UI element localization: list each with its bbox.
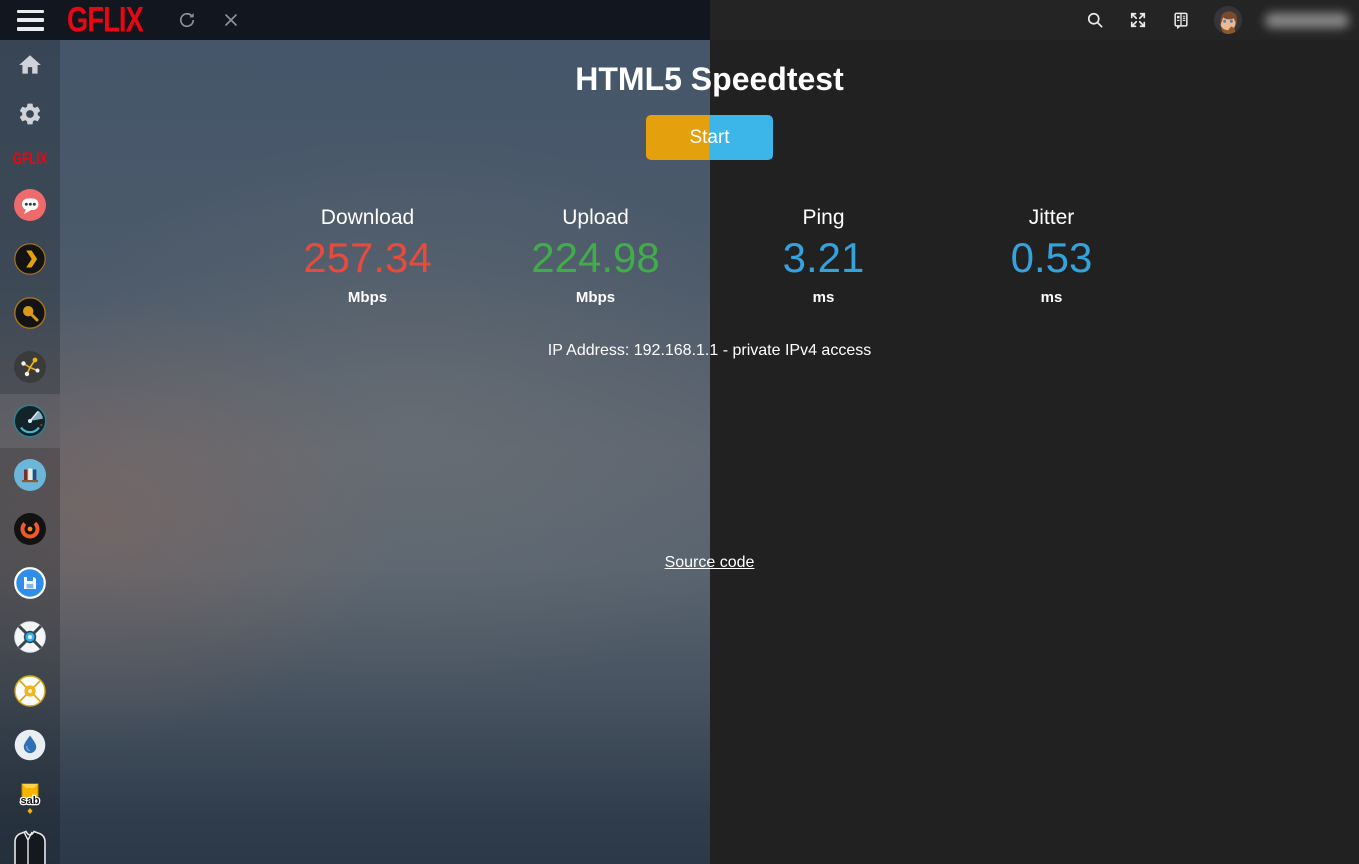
search-icon[interactable] bbox=[1085, 10, 1105, 30]
sidebar-item-grafana[interactable] bbox=[0, 502, 60, 556]
top-bar-right bbox=[1085, 0, 1349, 40]
jackett-icon bbox=[13, 826, 47, 864]
download-label: Download bbox=[254, 206, 482, 230]
fullscreen-icon[interactable] bbox=[1128, 10, 1148, 30]
sidebar-item-radarr[interactable] bbox=[0, 664, 60, 718]
sidebar-item-settings[interactable] bbox=[0, 89, 60, 138]
sidebar-item-plex[interactable] bbox=[0, 232, 60, 286]
grafana-icon bbox=[14, 513, 46, 545]
jitter-label: Jitter bbox=[938, 206, 1166, 230]
sidebar-item-sabnzbd[interactable]: sab bbox=[0, 772, 60, 826]
jitter-unit: ms bbox=[938, 289, 1166, 306]
close-icon[interactable] bbox=[221, 10, 241, 30]
water-drop-icon bbox=[14, 729, 46, 761]
sidebar-item-chat[interactable] bbox=[0, 178, 60, 232]
sidebar: GFLIX bbox=[0, 40, 60, 864]
hamburger-menu-icon[interactable] bbox=[17, 10, 44, 31]
sidebar-item-books-app[interactable] bbox=[0, 448, 60, 502]
avatar-memoji-icon bbox=[1214, 6, 1242, 34]
upload-unit: Mbps bbox=[482, 289, 710, 306]
refresh-icon[interactable] bbox=[177, 10, 197, 30]
download-value: 257.34 bbox=[254, 236, 482, 280]
jitter-value: 0.53 bbox=[938, 236, 1166, 280]
sidebar-item-backup-app[interactable] bbox=[0, 556, 60, 610]
download-unit: Mbps bbox=[254, 289, 482, 306]
sabnzbd-icon: sab bbox=[12, 782, 48, 816]
floppy-disk-icon bbox=[14, 567, 46, 599]
upload-value: 224.98 bbox=[482, 236, 710, 280]
radarr-icon bbox=[14, 675, 46, 707]
sab-label: sab bbox=[21, 795, 40, 807]
ping-value: 3.21 bbox=[710, 236, 938, 280]
bookshelf-icon bbox=[14, 459, 46, 491]
plex-icon bbox=[14, 243, 46, 275]
sidebar-item-home[interactable] bbox=[0, 40, 60, 89]
sonarr-icon bbox=[14, 621, 46, 653]
sidebar-category-gflix: GFLIX bbox=[0, 138, 60, 178]
sidebar-item-deluge[interactable] bbox=[0, 718, 60, 772]
stat-jitter: Jitter 0.53 ms bbox=[938, 206, 1166, 306]
ip-address-line: IP Address: 192.168.1.1 - private IPv4 a… bbox=[60, 342, 1359, 360]
source-code-row: Source code bbox=[60, 554, 1359, 572]
stats-row: Download 257.34 Mbps Upload 224.98 Mbps … bbox=[254, 206, 1166, 306]
gflix-logo[interactable]: GFLIX bbox=[67, 0, 143, 41]
home-icon bbox=[17, 52, 43, 78]
stat-upload: Upload 224.98 Mbps bbox=[482, 206, 710, 306]
ping-unit: ms bbox=[710, 289, 938, 306]
chat-app-icon bbox=[14, 189, 46, 221]
sidebar-item-search-app[interactable] bbox=[0, 286, 60, 340]
top-bar-left: GFLIX bbox=[0, 0, 241, 40]
gold-magnifier-icon bbox=[14, 297, 46, 329]
stat-ping: Ping 3.21 ms bbox=[710, 206, 938, 306]
username-blurred[interactable] bbox=[1265, 13, 1349, 28]
sidebar-item-speedtest[interactable] bbox=[0, 394, 60, 448]
ping-label: Ping bbox=[710, 206, 938, 230]
gear-icon bbox=[17, 101, 43, 127]
network-graph-icon bbox=[14, 351, 46, 383]
gflix-category-label: GFLIX bbox=[13, 149, 47, 168]
top-bar: GFLIX bbox=[0, 0, 1359, 40]
sidebar-item-network-app[interactable] bbox=[0, 340, 60, 394]
news-icon[interactable] bbox=[1171, 10, 1191, 30]
sidebar-item-jackett[interactable] bbox=[0, 826, 60, 864]
app-window: GFLIX bbox=[0, 0, 1359, 864]
source-code-link[interactable]: Source code bbox=[665, 554, 755, 571]
upload-label: Upload bbox=[482, 206, 710, 230]
user-avatar[interactable] bbox=[1214, 6, 1242, 34]
speedtest-gauge-icon bbox=[13, 404, 47, 438]
speedtest-panel: HTML5 Speedtest Start Download 257.34 Mb… bbox=[60, 40, 1359, 864]
stat-download: Download 257.34 Mbps bbox=[254, 206, 482, 306]
page-title: HTML5 Speedtest bbox=[60, 61, 1359, 98]
sidebar-item-sonarr[interactable] bbox=[0, 610, 60, 664]
start-button[interactable]: Start bbox=[646, 115, 773, 160]
